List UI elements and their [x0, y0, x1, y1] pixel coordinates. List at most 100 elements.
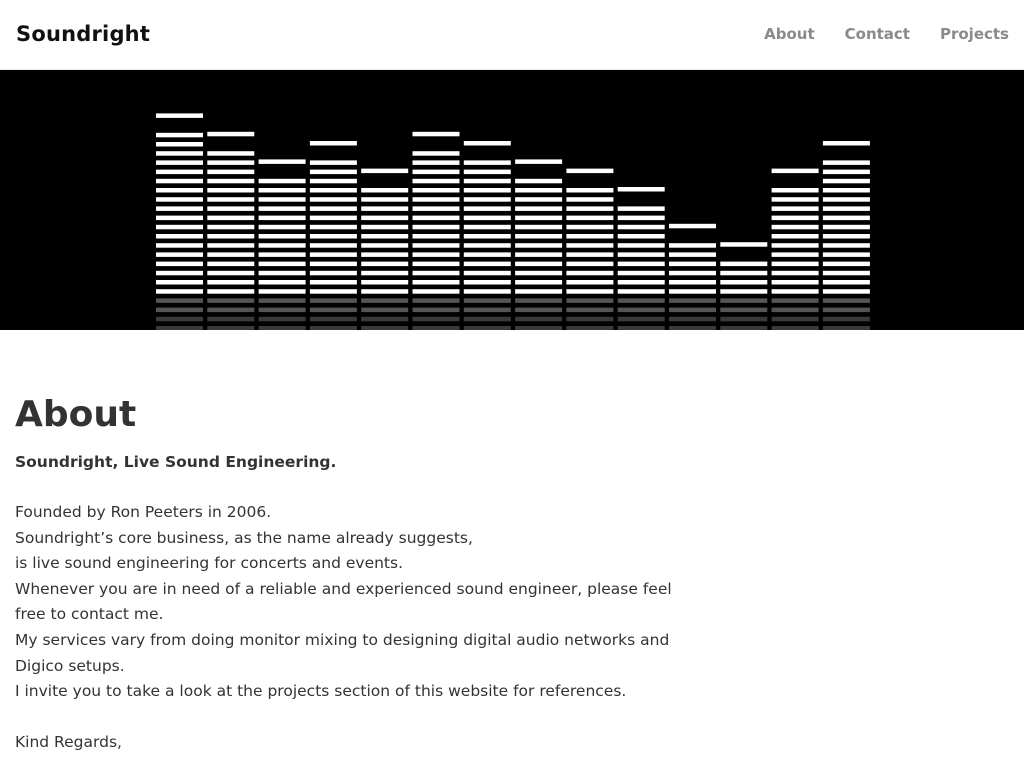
equalizer-segment [515, 270, 563, 276]
equalizer-segment [156, 151, 203, 156]
equalizer-segment [258, 261, 306, 267]
equalizer-segment [566, 243, 614, 248]
equalizer-segment [771, 289, 819, 294]
equalizer-segment [822, 169, 870, 175]
equalizer-peak [361, 168, 409, 174]
about-paragraph: Soundright’s core business, as the name … [15, 528, 473, 547]
equalizer-segment [309, 289, 357, 294]
equalizer-segment [515, 224, 563, 230]
equalizer-segment [463, 234, 511, 239]
equalizer-column [207, 131, 255, 330]
about-closing: Kind Regards, [15, 732, 122, 751]
equalizer-segment [617, 243, 665, 248]
site-logo-link[interactable]: Soundright [16, 22, 150, 46]
equalizer-segment [566, 261, 614, 267]
equalizer-segment [515, 206, 563, 211]
equalizer-peak [669, 223, 716, 229]
equalizer-segment [617, 252, 665, 257]
equalizer-segment [822, 160, 870, 165]
equalizer-segment [156, 224, 203, 230]
equalizer-reflection-segment [207, 307, 255, 313]
equalizer-segment [463, 289, 511, 294]
equalizer-segment [207, 178, 255, 184]
equalizer-segment [361, 215, 409, 221]
equalizer-segment [309, 215, 357, 221]
equalizer-reflection-segment [463, 298, 511, 303]
equalizer-peak [258, 159, 306, 164]
equalizer-segment [156, 289, 203, 294]
equalizer-segment [771, 206, 819, 211]
equalizer-segment [361, 280, 409, 285]
equalizer-reflection-segment [771, 316, 819, 322]
equalizer-segment [566, 224, 614, 230]
equalizer-segment [156, 197, 203, 202]
equalizer-reflection-segment [412, 307, 460, 313]
equalizer-reflection-segment [771, 298, 819, 303]
equalizer-segment [207, 270, 255, 276]
equalizer-segment [720, 270, 768, 276]
equalizer-segment [207, 243, 255, 248]
equalizer-reflection-segment [771, 326, 819, 330]
equalizer-peak [207, 131, 255, 137]
equalizer-segment [771, 270, 819, 276]
equalizer-segment [412, 270, 460, 276]
equalizer-reflection-segment [566, 326, 614, 330]
equalizer-segment [207, 169, 255, 175]
equalizer-segment [156, 261, 203, 267]
equalizer-segment [463, 252, 511, 257]
equalizer-graphic [156, 113, 870, 330]
equalizer-segment [566, 270, 614, 276]
about-section: About Soundright, Live Sound Engineering… [15, 393, 675, 755]
equalizer-segment [463, 280, 511, 285]
equalizer-segment [771, 197, 819, 202]
equalizer-reflection-segment [515, 298, 563, 303]
equalizer-segment [515, 280, 563, 285]
about-paragraph: is live sound engineering for concerts a… [15, 554, 404, 573]
equalizer-segment [156, 206, 203, 211]
equalizer-segment [822, 206, 870, 211]
equalizer-segment [515, 197, 563, 202]
equalizer-segment [412, 206, 460, 211]
equalizer-segment [617, 224, 665, 230]
equalizer-segment [207, 160, 255, 165]
equalizer-reflection-segment [309, 298, 357, 303]
equalizer-segment [412, 261, 460, 267]
equalizer-reflection-segment [412, 298, 460, 303]
equalizer-segment [515, 234, 563, 239]
equalizer-reflection-segment [720, 307, 768, 313]
equalizer-column [822, 141, 870, 330]
equalizer-segment [207, 261, 255, 267]
nav-link-about[interactable]: About [764, 25, 815, 43]
equalizer-segment [309, 197, 357, 202]
nav-link-contact[interactable]: Contact [845, 25, 910, 43]
equalizer-reflection-segment [156, 307, 203, 313]
equalizer-segment [463, 197, 511, 202]
equalizer-segment [771, 280, 819, 285]
equalizer-segment [463, 160, 511, 165]
equalizer-segment [207, 280, 255, 285]
equalizer-reflection-segment [822, 326, 870, 330]
equalizer-segment [156, 132, 203, 138]
equalizer-reflection-segment [258, 307, 306, 313]
equalizer-segment [822, 270, 870, 276]
equalizer-segment [463, 243, 511, 248]
equalizer-segment [412, 243, 460, 248]
equalizer-segment [412, 151, 460, 156]
equalizer-reflection-segment [207, 326, 255, 330]
equalizer-reflection-segment [822, 298, 870, 303]
about-body: Founded by Ron Peeters in 2006. Soundrig… [15, 500, 675, 705]
equalizer-segment [463, 188, 511, 193]
equalizer-segment [566, 280, 614, 285]
equalizer-reflection-segment [361, 298, 409, 303]
equalizer-reflection-segment [309, 316, 357, 322]
equalizer-segment [361, 224, 409, 230]
equalizer-segment [822, 224, 870, 230]
equalizer-segment [309, 224, 357, 230]
equalizer-segment [412, 215, 460, 221]
equalizer-segment [258, 243, 306, 248]
equalizer-segment [156, 142, 203, 147]
equalizer-reflection-segment [720, 298, 768, 303]
equalizer-segment [720, 261, 768, 267]
nav-link-projects[interactable]: Projects [940, 25, 1009, 43]
equalizer-reflection-segment [617, 326, 665, 330]
